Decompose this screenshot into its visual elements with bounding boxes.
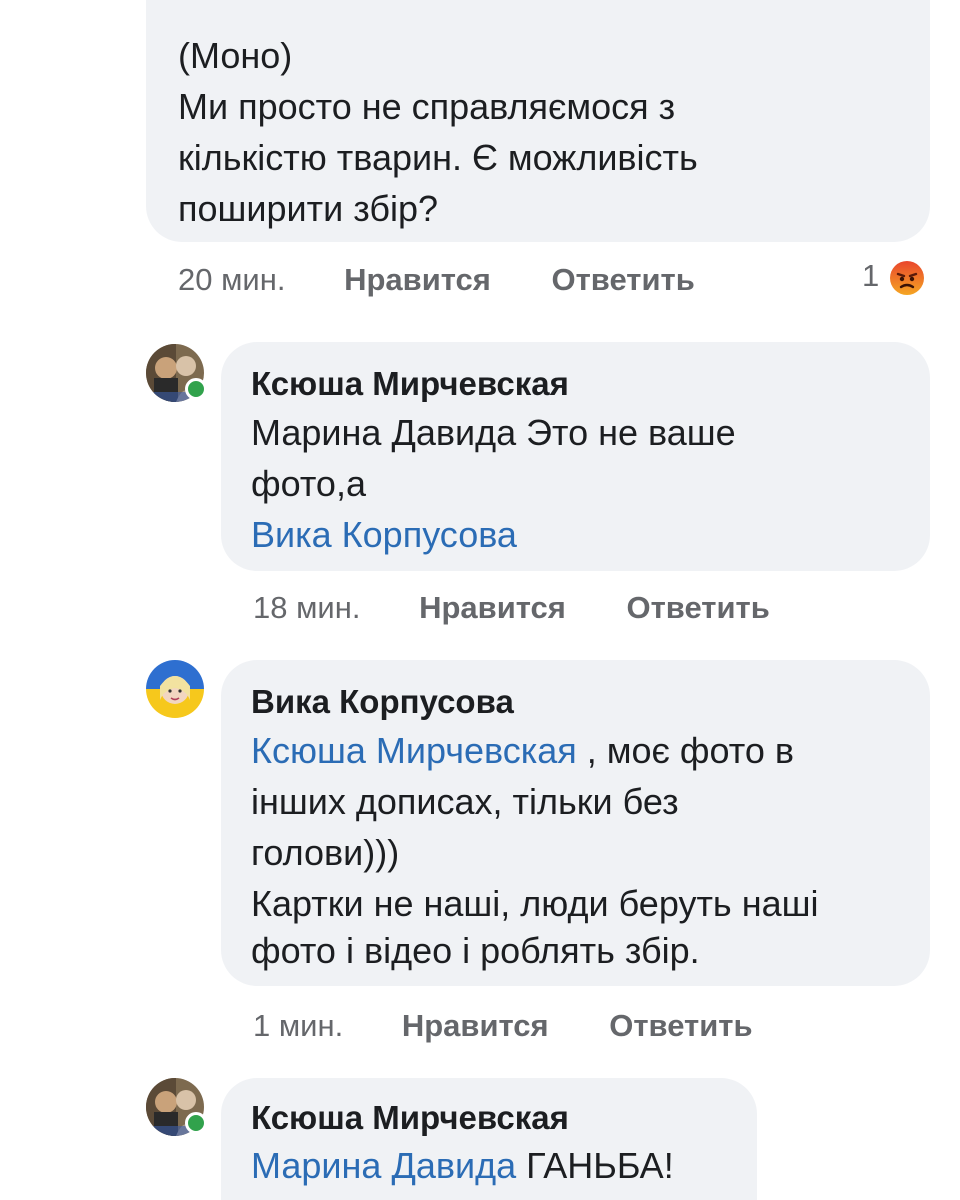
comment-time: 1 мин. <box>253 1008 344 1043</box>
avatar-image-icon <box>146 660 204 718</box>
comment-text-line: фото,а <box>251 463 366 504</box>
reaction-count: 1 <box>862 258 880 293</box>
comment-bubble: Ксюша Мирчевская Марина Давида Это не ва… <box>221 342 930 571</box>
avatar[interactable] <box>146 344 207 402</box>
comment-actions: 18 мин. Нравится Ответить <box>253 590 770 626</box>
comment-text-line: Картки не наші, люди беруть наші <box>251 883 819 924</box>
online-status-dot <box>185 378 207 400</box>
comment-text-fragment: ГАНЬБА! <box>516 1145 674 1186</box>
like-button[interactable]: Нравится <box>419 590 566 626</box>
avatar[interactable] <box>146 1078 207 1136</box>
comment-bubble: Ксюша Мирчевская Марина Давида ГАНЬБА! <box>221 1078 757 1200</box>
comment-bubble: 4441111130195153 (Моно) Ми просто не спр… <box>146 0 930 242</box>
online-status-dot <box>185 1112 207 1134</box>
like-button[interactable]: Нравится <box>344 262 491 298</box>
comment-text-line: інших дописах, тільки без <box>251 781 679 822</box>
comment-text-line: (Моно) <box>178 35 293 76</box>
comment-text-line: Ми просто не справляємося з <box>178 86 676 127</box>
comment-text-line: Марина Давида Это не ваше <box>251 412 736 453</box>
mention-link[interactable]: Вика Корпусова <box>251 509 517 560</box>
mention-link[interactable]: Ксюша Мирчевская <box>251 730 577 771</box>
comments-thread: 4441111130195153 (Моно) Ми просто не спр… <box>0 0 960 1200</box>
reply-button[interactable]: Ответить <box>627 590 770 626</box>
avatar-photo <box>146 660 204 718</box>
comment-time: 18 мин. <box>253 590 361 625</box>
comment-actions: 20 мин. Нравится Ответить <box>178 262 695 298</box>
mention-link[interactable]: Марина Давида <box>251 1145 516 1186</box>
reaction-summary[interactable]: 1 <box>862 258 926 297</box>
comment-time: 20 мин. <box>178 262 286 297</box>
comment-text-line: фото і відео і роблять збір. <box>251 930 700 971</box>
comment-author[interactable]: Ксюша Мирчевская <box>251 1098 569 1138</box>
comment-author[interactable]: Ксюша Мирчевская <box>251 364 569 404</box>
reply-button[interactable]: Ответить <box>609 1008 752 1044</box>
comment-text-line: Ксюша Мирчевская , моє фото в <box>251 725 794 776</box>
comment-text-fragment: , моє фото в <box>576 730 794 771</box>
comment-text-line: кількістю тварин. Є можливість <box>178 137 698 178</box>
comment-text-line: голови))) <box>251 832 400 873</box>
comment-author[interactable]: Вика Корпусова <box>251 682 514 722</box>
comment-actions: 1 мин. Нравится Ответить <box>253 1008 753 1044</box>
comment-text-line: поширити збір? <box>178 188 438 229</box>
comment-bubble: Вика Корпусова Ксюша Мирчевская , моє фо… <box>221 660 930 986</box>
avatar[interactable] <box>146 660 204 718</box>
like-button[interactable]: Нравится <box>402 1008 549 1044</box>
angry-face-icon <box>889 260 924 295</box>
reply-button[interactable]: Ответить <box>552 262 695 298</box>
comment-text-line: Марина Давида ГАНЬБА! <box>251 1140 674 1191</box>
